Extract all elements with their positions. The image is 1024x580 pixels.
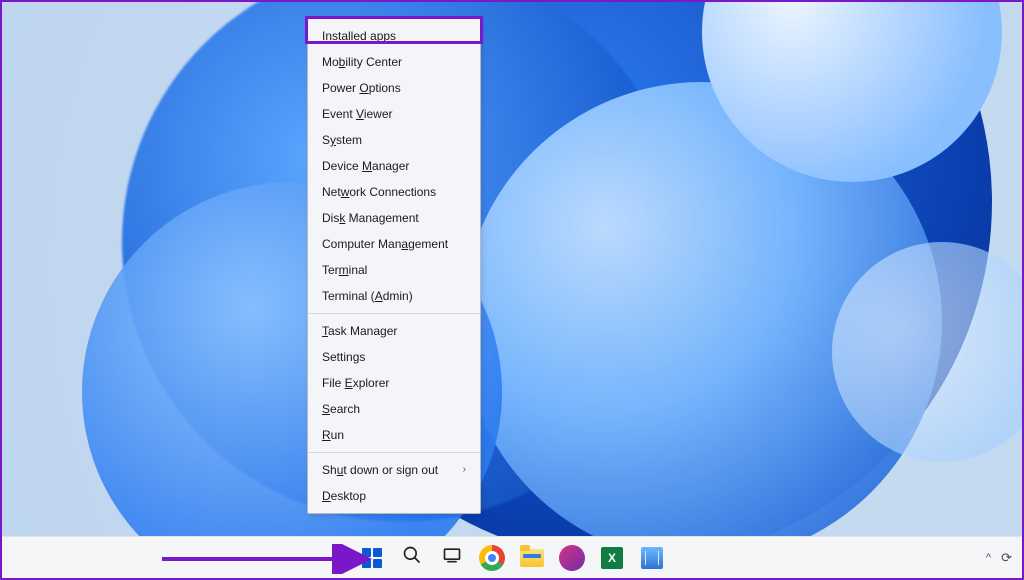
menu-item-label: Network Connections bbox=[322, 184, 436, 200]
winrar-icon bbox=[559, 545, 585, 571]
taskbar-chrome-button[interactable] bbox=[474, 540, 510, 576]
menu-item-disk-management[interactable]: Disk Management bbox=[308, 205, 480, 231]
chrome-icon bbox=[479, 545, 505, 571]
system-tray[interactable]: ^ ⟳ bbox=[986, 550, 1012, 566]
word-icon bbox=[641, 547, 663, 569]
menu-item-desktop[interactable]: Desktop bbox=[308, 483, 480, 509]
menu-item-mobility-center[interactable]: Mobility Center bbox=[308, 49, 480, 75]
menu-item-label: Mobility Center bbox=[322, 54, 402, 70]
taskbar-center-items: X bbox=[354, 540, 670, 576]
menu-item-system[interactable]: System bbox=[308, 127, 480, 153]
taskbar-winrar-button[interactable] bbox=[554, 540, 590, 576]
menu-item-power-options[interactable]: Power Options bbox=[308, 75, 480, 101]
menu-item-file-explorer[interactable]: File Explorer bbox=[308, 370, 480, 396]
menu-item-network-connections[interactable]: Network Connections bbox=[308, 179, 480, 205]
desktop-wallpaper: Installed apps Mobility Center Power Optio… bbox=[2, 2, 1022, 536]
taskbar-taskview-button[interactable] bbox=[434, 540, 470, 576]
tray-sync-icon[interactable]: ⟳ bbox=[1001, 550, 1012, 566]
windows-logo-icon bbox=[362, 548, 382, 568]
tray-overflow-chevron-icon[interactable]: ^ bbox=[986, 552, 991, 564]
search-icon bbox=[402, 545, 422, 570]
menu-item-label: Run bbox=[322, 427, 344, 443]
menu-item-label: Event Viewer bbox=[322, 106, 393, 122]
submenu-arrow-icon: › bbox=[455, 462, 466, 478]
menu-item-label: Disk Management bbox=[322, 210, 419, 226]
menu-item-shut-down-or-sign-out[interactable]: Shut down or sign out › bbox=[308, 457, 480, 483]
menu-item-label: Power Options bbox=[322, 80, 401, 96]
menu-item-label: Desktop bbox=[322, 488, 366, 504]
menu-item-label: Installed apps bbox=[322, 28, 396, 44]
menu-item-settings[interactable]: Settings bbox=[308, 344, 480, 370]
menu-item-computer-management[interactable]: Computer Management bbox=[308, 231, 480, 257]
menu-item-label: Shut down or sign out bbox=[322, 462, 438, 478]
menu-item-device-manager[interactable]: Device Manager bbox=[308, 153, 480, 179]
taskbar-excel-button[interactable]: X bbox=[594, 540, 630, 576]
menu-item-event-viewer[interactable]: Event Viewer bbox=[308, 101, 480, 127]
taskbar-file-explorer-button[interactable] bbox=[514, 540, 550, 576]
winx-context-menu[interactable]: Installed apps Mobility Center Power Optio… bbox=[307, 18, 481, 514]
menu-item-search[interactable]: Search bbox=[308, 396, 480, 422]
menu-item-terminal-admin[interactable]: Terminal (Admin) bbox=[308, 283, 480, 309]
excel-icon: X bbox=[601, 547, 623, 569]
menu-item-label: Computer Management bbox=[322, 236, 448, 252]
menu-item-label: Terminal (Admin) bbox=[322, 288, 413, 304]
menu-item-label: System bbox=[322, 132, 362, 148]
taskbar-word-button[interactable] bbox=[634, 540, 670, 576]
menu-item-terminal[interactable]: Terminal bbox=[308, 257, 480, 283]
menu-item-label: Settings bbox=[322, 349, 365, 365]
menu-item-run[interactable]: Run bbox=[308, 422, 480, 448]
menu-item-label: Terminal bbox=[322, 262, 367, 278]
menu-item-label: Task Manager bbox=[322, 323, 397, 339]
menu-item-label: File Explorer bbox=[322, 375, 389, 391]
task-view-icon bbox=[442, 545, 462, 570]
taskbar-start-button[interactable] bbox=[354, 540, 390, 576]
menu-item-label: Device Manager bbox=[322, 158, 409, 174]
taskbar-search-button[interactable] bbox=[394, 540, 430, 576]
taskbar: X ^ ⟳ bbox=[2, 536, 1022, 578]
menu-item-label: Search bbox=[322, 401, 360, 417]
menu-item-task-manager[interactable]: Task Manager bbox=[308, 318, 480, 344]
file-explorer-icon bbox=[520, 549, 544, 567]
menu-item-installed-apps[interactable]: Installed apps bbox=[308, 23, 480, 49]
